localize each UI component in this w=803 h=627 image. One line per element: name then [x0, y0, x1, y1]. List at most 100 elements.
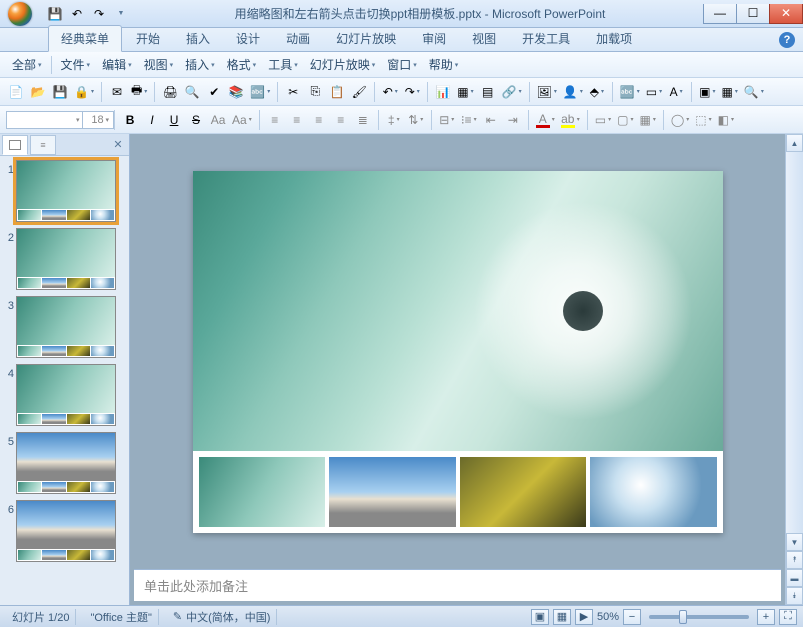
- tab-review[interactable]: 审阅: [410, 26, 458, 51]
- increase-indent-button[interactable]: ⇥: [503, 110, 523, 130]
- font-color-button[interactable]: A▾: [534, 110, 557, 130]
- tab-addins[interactable]: 加载项: [584, 26, 644, 51]
- underline-button[interactable]: U: [164, 110, 184, 130]
- sorter-view-icon[interactable]: ▦: [553, 609, 571, 625]
- tab-home[interactable]: 开始: [124, 26, 172, 51]
- menu-slideshow[interactable]: 幻灯片放映▾: [304, 53, 382, 76]
- slides-tab[interactable]: [2, 135, 28, 155]
- preview-icon[interactable]: 🔍: [182, 82, 202, 102]
- language-status[interactable]: ✎ 中文(简体，中国): [167, 609, 278, 625]
- tab-animations[interactable]: 动画: [274, 26, 322, 51]
- permission-icon[interactable]: 🔒▾: [72, 82, 96, 102]
- office-button[interactable]: [0, 0, 40, 28]
- save-icon[interactable]: 💾: [50, 82, 70, 102]
- quickprint-icon[interactable]: 🖶▾: [129, 82, 149, 102]
- hyperlink-icon[interactable]: 🔗▾: [500, 82, 524, 102]
- menu-view[interactable]: 视图▾: [138, 53, 180, 76]
- scroll-up-icon[interactable]: ▲: [786, 134, 803, 152]
- strip-image[interactable]: [329, 457, 456, 527]
- notes-pane[interactable]: 单击此处添加备注: [134, 569, 781, 601]
- menu-tools[interactable]: 工具▾: [262, 53, 304, 76]
- maximize-button[interactable]: ☐: [736, 4, 770, 24]
- menu-format[interactable]: 格式▾: [221, 53, 263, 76]
- slide-thumbnail[interactable]: [16, 296, 116, 358]
- slide-thumbnail[interactable]: [16, 160, 116, 222]
- format-painter-icon[interactable]: 🖌: [349, 82, 369, 102]
- fit-window-icon[interactable]: ⛶: [779, 609, 797, 625]
- menu-all[interactable]: 全部▾: [6, 53, 48, 76]
- wordart-icon[interactable]: A▾: [666, 82, 686, 102]
- tables-icon[interactable]: ▤: [478, 82, 498, 102]
- redo-icon[interactable]: ↷: [90, 5, 108, 23]
- grid-icon[interactable]: ▦▾: [720, 82, 740, 102]
- new-slide-button[interactable]: ▢▾: [615, 110, 635, 130]
- vertical-scrollbar[interactable]: ▲ ▼ ⯭ ▬ ⯯: [785, 134, 803, 605]
- change-case-button[interactable]: Aa▾: [230, 110, 254, 130]
- copy-icon[interactable]: ⎘: [305, 82, 325, 102]
- menu-edit[interactable]: 编辑▾: [96, 53, 138, 76]
- distribute-button[interactable]: ≣: [353, 110, 373, 130]
- save-icon[interactable]: 💾: [46, 5, 64, 23]
- zoom-in-icon[interactable]: +: [757, 609, 775, 625]
- tab-slideshow[interactable]: 幻灯片放映: [324, 26, 408, 51]
- print-icon[interactable]: 🖨: [160, 82, 180, 102]
- new-icon[interactable]: 📄: [6, 82, 26, 102]
- help-icon[interactable]: ?: [779, 32, 795, 48]
- table-icon[interactable]: ▦▾: [455, 82, 475, 102]
- design-button[interactable]: ▭▾: [593, 110, 613, 130]
- slide-canvas-area[interactable]: [130, 134, 785, 569]
- tab-insert[interactable]: 插入: [174, 26, 222, 51]
- slide[interactable]: [193, 171, 723, 533]
- menu-file[interactable]: 文件▾: [55, 53, 97, 76]
- shapes-button[interactable]: ◯▾: [669, 110, 691, 130]
- slideshow-icon[interactable]: ▣▾: [697, 82, 717, 102]
- strip-image[interactable]: [199, 457, 326, 527]
- tab-developer[interactable]: 开发工具: [510, 26, 582, 51]
- slide-thumbnail[interactable]: [16, 228, 116, 290]
- menu-window[interactable]: 窗口▾: [381, 53, 423, 76]
- justify-button[interactable]: ≡: [331, 110, 351, 130]
- zoom-slider[interactable]: [649, 615, 749, 619]
- close-button[interactable]: ✕: [769, 4, 803, 24]
- paste-icon[interactable]: 📋: [327, 82, 347, 102]
- line-spacing-button[interactable]: ‡▾: [384, 110, 404, 130]
- undo-icon[interactable]: ↶: [68, 5, 86, 23]
- zoom-icon[interactable]: 🔍▾: [742, 82, 766, 102]
- strikethrough-button[interactable]: S: [186, 110, 206, 130]
- minimize-button[interactable]: —: [703, 4, 737, 24]
- scroll-down-icon[interactable]: ▼: [786, 533, 803, 551]
- prev-slide-icon[interactable]: ⯭: [786, 551, 803, 569]
- strip-image[interactable]: [590, 457, 717, 527]
- slide-thumbnail[interactable]: [16, 364, 116, 426]
- research-icon[interactable]: 📚: [226, 82, 246, 102]
- align-left-button[interactable]: ≡: [265, 110, 285, 130]
- shadow-button[interactable]: Aa: [208, 110, 228, 130]
- clipart-icon[interactable]: 👤▾: [561, 82, 585, 102]
- normal-view-icon[interactable]: ▣: [531, 609, 549, 625]
- open-icon[interactable]: 📂: [28, 82, 48, 102]
- zoom-level[interactable]: 50%: [597, 611, 619, 623]
- zoom-out-icon[interactable]: −: [623, 609, 641, 625]
- decrease-indent-button[interactable]: ⇤: [481, 110, 501, 130]
- mail-icon[interactable]: ✉: [107, 82, 127, 102]
- align-center-button[interactable]: ≡: [287, 110, 307, 130]
- header-footer-icon[interactable]: ▭▾: [644, 82, 664, 102]
- menu-help[interactable]: 帮助▾: [423, 53, 465, 76]
- highlight-button[interactable]: ab▾: [559, 110, 582, 130]
- italic-button[interactable]: I: [142, 110, 162, 130]
- chart-icon[interactable]: 📊: [433, 82, 453, 102]
- redo-icon[interactable]: ↷▾: [402, 82, 422, 102]
- slide-thumbnail[interactable]: [16, 500, 116, 562]
- tab-classic-menu[interactable]: 经典菜单: [48, 25, 122, 52]
- textbox-icon[interactable]: 🔤▾: [618, 82, 642, 102]
- cut-icon[interactable]: ✂: [283, 82, 303, 102]
- undo-icon[interactable]: ↶▾: [380, 82, 400, 102]
- tab-view[interactable]: 视图: [460, 26, 508, 51]
- strip-image[interactable]: [460, 457, 587, 527]
- font-family-input[interactable]: [6, 111, 86, 129]
- outline-tab[interactable]: ≡: [30, 135, 56, 155]
- slideshow-view-icon[interactable]: ▶: [575, 609, 593, 625]
- thumbnail-list[interactable]: 1 2 3 4 5: [0, 156, 129, 605]
- quick-styles-button[interactable]: ◧▾: [716, 110, 736, 130]
- text-direction-button[interactable]: ⇅▾: [406, 110, 426, 130]
